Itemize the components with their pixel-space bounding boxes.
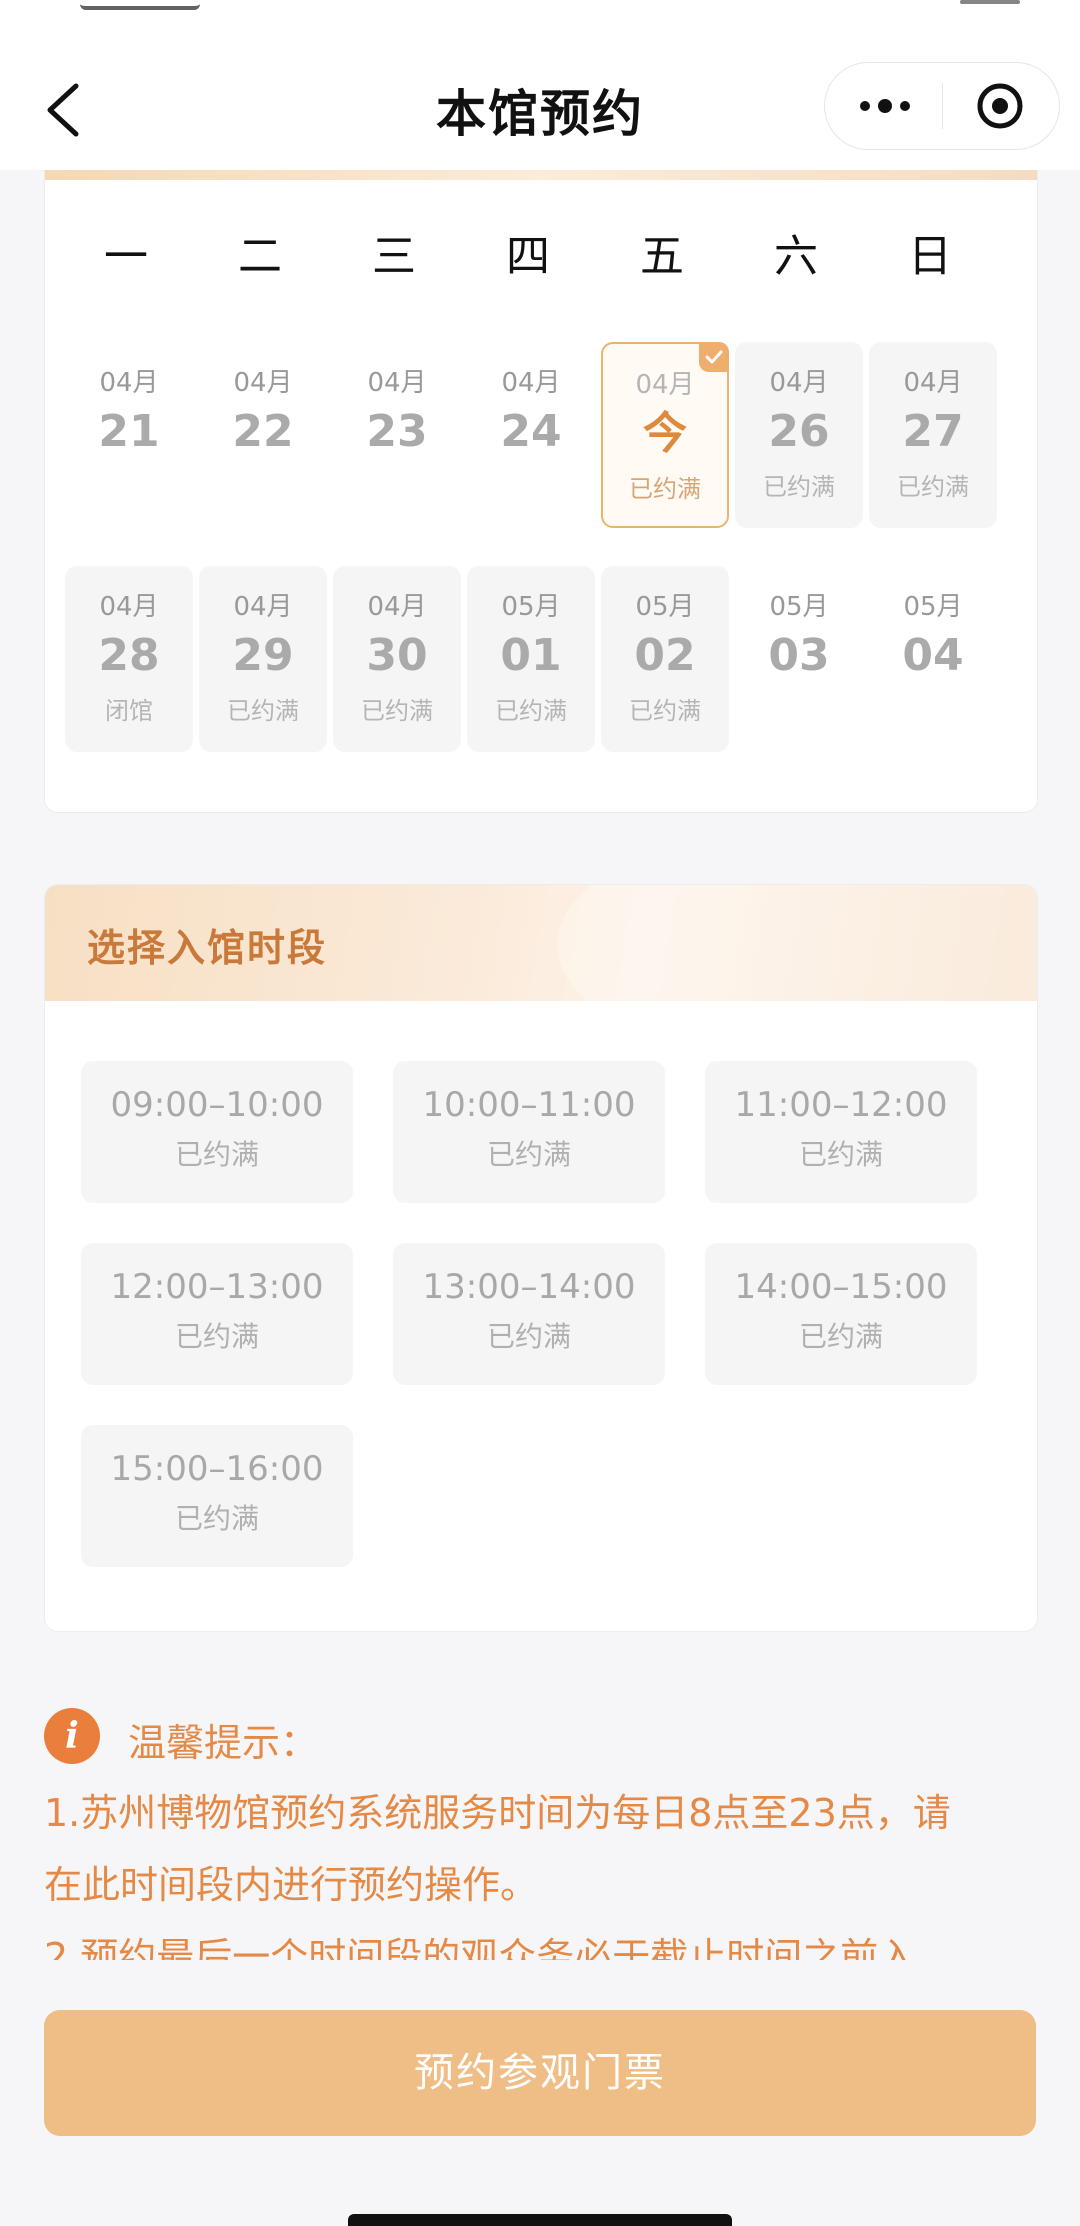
date-month: 04月 [769,368,829,398]
date-month: 04月 [99,592,159,622]
date-day: 01 [500,630,562,681]
time-slot-button[interactable]: 11:00–12:00 已约满 [705,1061,977,1203]
nav-bar: 本馆预约 [0,0,1080,170]
notice-line: 在此时间段内进行预约操作。 [44,1863,539,1907]
status-bar-remnant [80,0,200,10]
check-icon [705,350,723,364]
notice-line: 1.苏州博物馆预约系统服务时间为每日8点至23点，请 [44,1791,951,1835]
date-cell[interactable]: 04月 21 [65,342,193,528]
date-cell[interactable]: 04月 22 [199,342,327,528]
date-cell[interactable]: 05月 03 [735,566,863,752]
weekday-label: 六 [774,231,818,282]
date-day: 28 [98,630,160,681]
time-slot-button[interactable]: 13:00–14:00 已约满 [393,1243,665,1385]
date-status: 已约满 [763,473,835,501]
time-slot-status: 已约满 [486,1320,571,1353]
calendar-card: 一 二 三 四 五 六 日 04月 21 04月 22 04月 23 04月 2… [44,168,1038,813]
time-slot-range: 10:00–11:00 [422,1085,636,1125]
more-dots-icon [860,99,910,113]
date-cell[interactable]: 05月 01 已约满 [467,566,595,752]
date-cell[interactable]: 05月 02 已约满 [601,566,729,752]
date-day: 22 [232,406,294,457]
date-month: 04月 [903,368,963,398]
time-slot-button[interactable]: 12:00–13:00 已约满 [81,1243,353,1385]
weekday-label: 日 [908,231,952,282]
time-slot-button[interactable]: 14:00–15:00 已约满 [705,1243,977,1385]
date-month: 05月 [903,592,963,622]
date-status: 已约满 [629,697,701,725]
date-cell[interactable]: 04月 23 [333,342,461,528]
date-cell[interactable]: 04月 28 闭馆 [65,566,193,752]
time-slot-range: 15:00–16:00 [110,1449,324,1489]
date-cell[interactable]: 04月 29 已约满 [199,566,327,752]
date-status: 已约满 [227,697,299,725]
weekday-label: 五 [640,231,684,282]
status-bar-remnant-right [960,0,1020,4]
time-slot-button[interactable]: 09:00–10:00 已约满 [81,1061,353,1203]
date-day: 27 [902,406,964,457]
date-day: 30 [366,630,428,681]
time-slot-range: 13:00–14:00 [422,1267,636,1307]
time-slot-range: 11:00–12:00 [734,1085,948,1125]
date-day: 29 [232,630,294,681]
notice-title: 温馨提示： [128,1721,319,1765]
date-day: 今 [643,408,687,459]
home-indicator [348,2214,732,2226]
time-slot-status: 已约满 [174,1138,259,1171]
time-slot-status: 已约满 [174,1320,259,1353]
selected-check-badge [699,342,729,372]
date-month: 05月 [769,592,829,622]
date-month: 05月 [501,592,561,622]
date-month: 04月 [367,592,427,622]
date-cell[interactable]: 04月 30 已约满 [333,566,461,752]
more-button[interactable] [855,81,915,131]
weekday-label: 二 [238,231,282,282]
date-month: 04月 [99,368,159,398]
time-slot-card: 选择入馆时段 09:00–10:00 已约满 10:00–11:00 已约满 1… [44,884,1038,1632]
date-month: 04月 [367,368,427,398]
date-day: 02 [634,630,696,681]
date-day: 26 [768,406,830,457]
book-ticket-button[interactable]: 预约参观门票 [44,2010,1036,2136]
time-slot-button[interactable]: 10:00–11:00 已约满 [393,1061,665,1203]
target-circle-icon [977,83,1023,129]
time-slot-range: 14:00–15:00 [734,1267,948,1307]
mini-program-capsule [824,62,1060,150]
date-day: 03 [768,630,830,681]
time-slot-status: 已约满 [486,1138,571,1171]
capsule-divider [942,83,943,129]
date-cell[interactable]: 04月 27 已约满 [869,342,997,528]
time-slot-status: 已约满 [174,1502,259,1535]
weekday-label: 三 [372,231,416,282]
date-day: 21 [98,406,160,457]
weekday-row: 一 二 三 四 五 六 日 [59,220,1025,284]
time-slot-range: 12:00–13:00 [110,1267,324,1307]
date-status: 已约满 [361,697,433,725]
date-cell[interactable]: 04月 24 [467,342,595,528]
weekday-label: 一 [104,231,148,282]
date-status: 闭馆 [105,697,153,725]
time-slot-title: 选择入馆时段 [87,926,328,970]
date-month: 05月 [635,592,695,622]
date-day: 24 [500,406,562,457]
date-day: 23 [366,406,428,457]
date-month: 04月 [233,592,293,622]
time-slot-button[interactable]: 15:00–16:00 已约满 [81,1425,353,1567]
date-cell[interactable]: 04月 26 已约满 [735,342,863,528]
date-status: 已约满 [897,473,969,501]
date-day: 04 [902,630,964,681]
time-slot-status: 已约满 [798,1138,883,1171]
date-cell[interactable]: 05月 04 [869,566,997,752]
date-cell-selected[interactable]: 04月 今 已约满 [601,342,729,528]
time-slot-range: 09:00–10:00 [110,1085,324,1125]
date-status: 已约满 [629,475,701,503]
date-status: 已约满 [495,697,567,725]
date-month: 04月 [233,368,293,398]
time-slot-header: 选择入馆时段 [45,885,1037,1065]
weekday-label: 四 [506,231,550,282]
date-month: 04月 [501,368,561,398]
close-miniprogram-button[interactable] [975,81,1025,131]
time-slot-status: 已约满 [798,1320,883,1353]
info-icon: i [44,1708,100,1764]
